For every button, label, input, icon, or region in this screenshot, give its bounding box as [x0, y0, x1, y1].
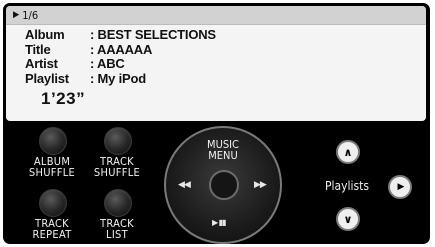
- track-info-display: ▶ 1/6 Album : BEST SELECTIONS Title : AA…: [6, 6, 426, 121]
- chevron-up-icon: ∧: [343, 145, 353, 159]
- info-label: Title: [25, 41, 51, 57]
- click-wheel[interactable]: MUSIC MENU ◀◀ ▶▶ ▶ ▮▮: [164, 126, 282, 244]
- play-icon: ▶: [13, 10, 20, 20]
- info-value: : ABC: [90, 56, 125, 71]
- track-position-bar: ▶ 1/6: [6, 6, 426, 25]
- track-position: 1/6: [22, 8, 39, 22]
- album-shuffle-label: ALBUM SHUFFLE: [28, 155, 76, 179]
- info-label: Album: [25, 27, 65, 42]
- info-value: : AAAAAA: [90, 41, 153, 57]
- track-shuffle-label: TRACK SHUFFLE: [93, 155, 141, 179]
- track-repeat-button[interactable]: [39, 189, 67, 217]
- play-pause-icon[interactable]: ▶ ▮▮: [212, 218, 226, 227]
- playlist-up-button[interactable]: ∧: [336, 140, 360, 164]
- track-list-label: TRACK LIST: [100, 217, 134, 241]
- info-label: Playlist: [25, 70, 69, 86]
- info-value: : BEST SELECTIONS: [90, 27, 216, 42]
- track-list-button[interactable]: [104, 189, 132, 217]
- track-info-list: Album : BEST SELECTIONS Title : AAAAAA A…: [25, 27, 216, 87]
- track-repeat-label: TRACK REPEAT: [32, 217, 72, 241]
- album-shuffle-button[interactable]: [39, 127, 67, 155]
- info-row-album: Album : BEST SELECTIONS: [25, 27, 216, 43]
- elapsed-time: 1’23”: [41, 89, 86, 108]
- previous-track-icon[interactable]: ◀◀: [178, 180, 191, 190]
- info-row-title: Title : AAAAAA: [25, 41, 216, 58]
- next-track-icon[interactable]: ▶▶: [254, 180, 267, 190]
- info-row-playlist: Playlist : My iPod: [25, 70, 216, 87]
- wheel-center-button[interactable]: [209, 170, 239, 200]
- ipod-screen: ▶ 1/6 Album : BEST SELECTIONS Title : AA…: [3, 3, 430, 244]
- info-value: : My iPod: [90, 70, 146, 86]
- playlists-label: Playlists: [325, 179, 369, 193]
- arrow-right-icon: ▶: [397, 182, 405, 192]
- music-menu-button[interactable]: MUSIC MENU: [166, 139, 280, 161]
- playlist-down-button[interactable]: ∨: [336, 207, 360, 231]
- track-shuffle-button[interactable]: [104, 127, 132, 155]
- playlist-select-button[interactable]: ▶: [388, 175, 412, 199]
- info-label: Artist: [25, 56, 58, 71]
- info-row-artist: Artist : ABC: [25, 56, 216, 72]
- chevron-down-icon: ∨: [343, 212, 353, 226]
